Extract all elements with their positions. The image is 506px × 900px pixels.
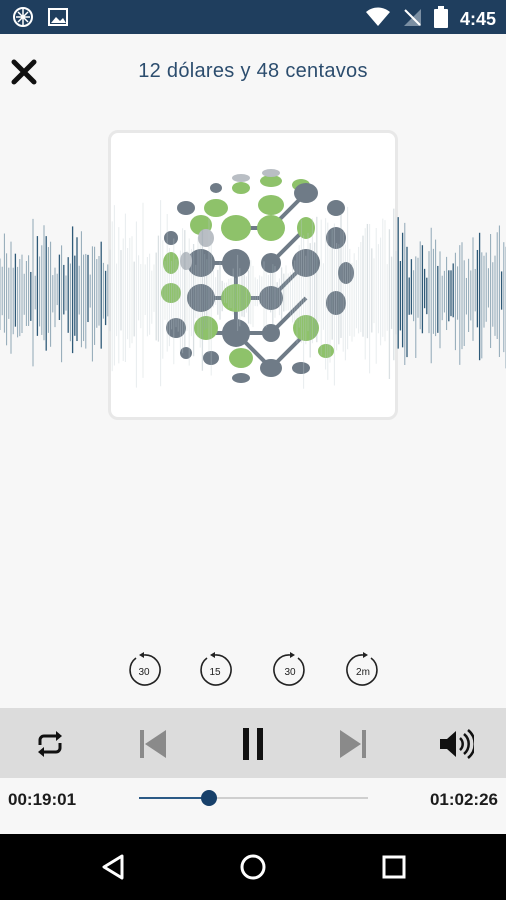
volume-icon [440, 729, 474, 759]
battery-icon [433, 6, 448, 33]
player-header: 12 dólares y 48 centavos [0, 34, 506, 110]
previous-button[interactable] [130, 722, 174, 766]
svg-text:30: 30 [138, 667, 150, 678]
no-signal-icon [402, 7, 422, 32]
status-bar: 4:45 [0, 0, 506, 34]
svg-text:30: 30 [284, 667, 296, 678]
app-notification-icon [12, 6, 34, 33]
forward-2m-icon: 2m [346, 652, 378, 686]
home-circle-icon [240, 854, 266, 880]
elapsed-time: 00:19:01 [8, 790, 77, 809]
progress-row: 00:19:01 01:02:26 [0, 778, 506, 834]
pause-icon [243, 728, 263, 760]
total-time: 01:02:26 [429, 790, 498, 809]
pause-button[interactable] [231, 722, 275, 766]
rewind-15-icon: 15 [200, 652, 232, 686]
back-triangle-icon [102, 854, 124, 880]
svg-text:15: 15 [209, 667, 221, 678]
status-time: 4:45 [459, 9, 496, 29]
skip-previous-icon [140, 730, 166, 758]
skip-controls: 30 15 30 2m [0, 652, 506, 692]
episode-title: 12 dólares y 48 centavos [138, 60, 368, 82]
playback-controls [0, 708, 506, 778]
rewind-30-icon: 30 [129, 652, 161, 686]
repeat-icon [38, 731, 62, 757]
skip-forward-30-button[interactable]: 30 [272, 652, 308, 688]
volume-button[interactable] [434, 722, 478, 766]
waveform-visualizer [0, 200, 506, 389]
artwork-area [0, 126, 506, 426]
repeat-button[interactable] [28, 722, 72, 766]
seek-bar-fill [139, 797, 209, 799]
back-button[interactable] [96, 850, 130, 884]
wifi-icon [365, 7, 390, 32]
seek-bar[interactable] [139, 790, 368, 806]
forward-30-icon: 30 [273, 652, 305, 686]
recents-square-icon [382, 855, 406, 879]
home-button[interactable] [236, 850, 270, 884]
recents-button[interactable] [377, 850, 411, 884]
android-nav-bar [0, 834, 506, 900]
image-notification-icon [48, 8, 68, 31]
skip-next-icon [340, 730, 366, 758]
svg-text:2m: 2m [356, 667, 370, 678]
next-button[interactable] [332, 722, 376, 766]
seek-bar-thumb[interactable] [200, 790, 217, 806]
skip-back-15-button[interactable]: 15 [197, 652, 233, 688]
skip-back-30-button[interactable]: 30 [126, 652, 162, 688]
skip-forward-2m-button[interactable]: 2m [345, 652, 381, 688]
